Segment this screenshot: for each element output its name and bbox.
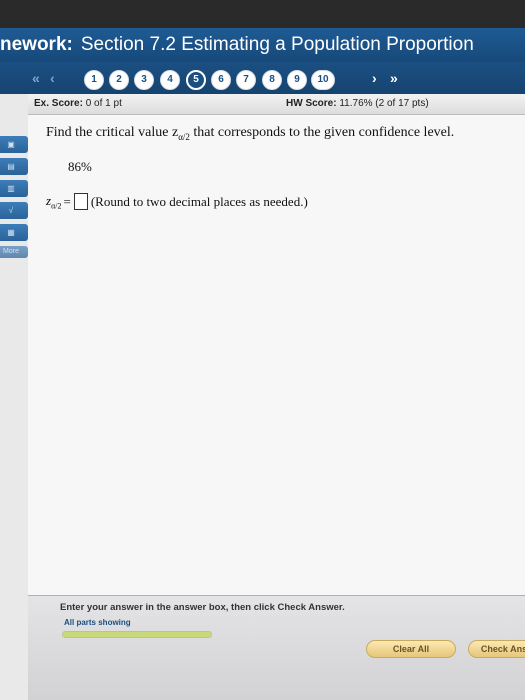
screen: nework: Section 7.2 Estimating a Populati…: [0, 0, 525, 700]
tool-sidebar: ▣ ▤ ▥ √ ▦ More: [0, 114, 28, 274]
title-prefix: nework:: [0, 34, 73, 55]
question-number-9[interactable]: 9: [287, 70, 307, 90]
question-number-8[interactable]: 8: [262, 70, 282, 90]
answer-row: zα/2 = (Round to two decimal places as n…: [46, 193, 308, 211]
question-number-1[interactable]: 1: [84, 70, 104, 90]
question-number-10[interactable]: 10: [311, 70, 335, 90]
question-text-subscript: α/2: [178, 131, 190, 142]
score-bar: Ex. Score: 0 of 1 pt HW Score: 11.76% (2…: [28, 94, 525, 115]
answer-input[interactable]: [73, 193, 88, 211]
textbook-icon[interactable]: ▥: [0, 180, 28, 197]
homework-score-value: 11.76% (2 of 17 pts): [339, 98, 429, 109]
question-panel: Find the critical value zα/2 that corres…: [28, 115, 525, 595]
print-icon[interactable]: ▦: [0, 224, 28, 241]
clear-all-button[interactable]: Clear All: [366, 640, 456, 658]
previous-question-icon[interactable]: ‹: [50, 68, 55, 88]
view-example-icon[interactable]: ▤: [0, 158, 28, 175]
page-title: Section 7.2 Estimating a Population Prop…: [80, 34, 474, 55]
check-answer-button[interactable]: Check Ans: [468, 640, 525, 658]
homework-score-label: HW Score:: [286, 98, 337, 109]
last-question-icon[interactable]: »: [390, 68, 398, 88]
question-text-after: that corresponds to the given confidence…: [189, 125, 455, 140]
exercise-score-label: Ex. Score:: [34, 98, 83, 109]
parts-showing-label: All parts showing: [64, 618, 131, 627]
answer-equals: =: [63, 193, 71, 209]
more-tools-button[interactable]: More: [0, 246, 28, 258]
title-bar: nework: Section 7.2 Estimating a Populati…: [0, 28, 525, 62]
answer-footer: Enter your answer in the answer box, the…: [28, 595, 525, 700]
exercise-score-value: 0 of 1 pt: [85, 98, 122, 109]
video-icon[interactable]: √: [0, 202, 28, 219]
question-number-6[interactable]: 6: [211, 70, 231, 90]
answer-label: zα/2: [46, 193, 61, 211]
answer-label-subscript: α/2: [51, 201, 62, 211]
question-text-before: Find the critical value z: [46, 125, 179, 140]
answer-hint: (Round to two decimal places as needed.): [90, 193, 308, 209]
homework-score: HW Score: 11.76% (2 of 17 pts): [286, 94, 429, 114]
parts-progress-bar: [62, 631, 212, 638]
question-number-4[interactable]: 4: [160, 70, 180, 90]
next-question-icon[interactable]: ›: [372, 68, 377, 88]
question-number-5[interactable]: 5: [186, 70, 206, 90]
exercise-score: Ex. Score: 0 of 1 pt: [34, 94, 122, 114]
question-number-2[interactable]: 2: [109, 70, 129, 90]
instruction-text: Enter your answer in the answer box, the…: [60, 602, 345, 613]
help-me-solve-icon[interactable]: ▣: [0, 136, 28, 153]
question-number-7[interactable]: 7: [236, 70, 256, 90]
first-question-icon[interactable]: «: [32, 68, 40, 88]
confidence-level: 86%: [68, 159, 92, 174]
question-number-3[interactable]: 3: [134, 70, 154, 90]
parts-progress-fill: [63, 632, 211, 637]
question-text: Find the critical value zα/2 that corres…: [46, 125, 454, 142]
